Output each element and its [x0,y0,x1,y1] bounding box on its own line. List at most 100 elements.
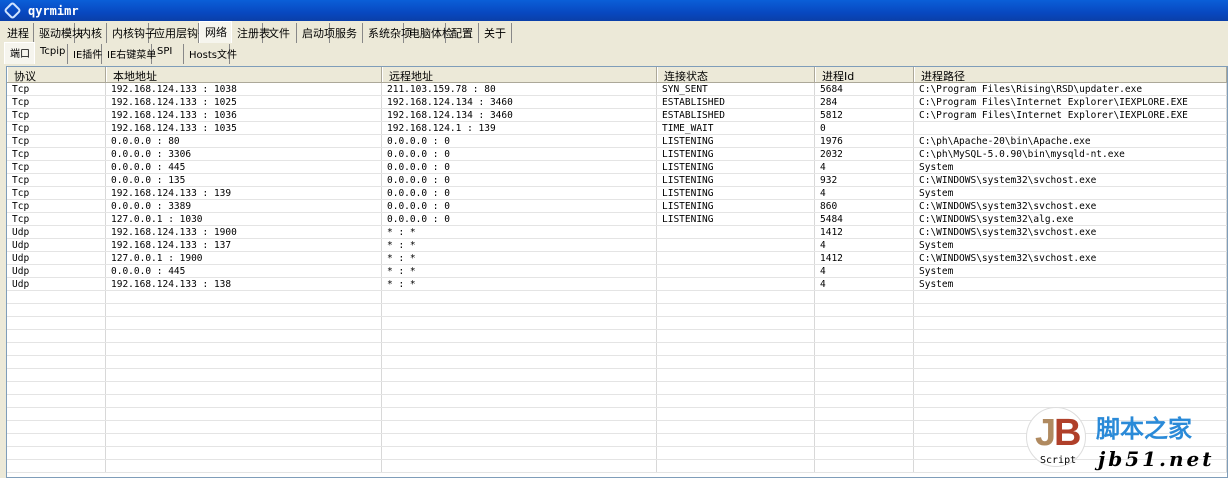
tab-9[interactable]: 服务 [330,23,363,43]
table-cell [815,369,914,381]
tab-11[interactable]: 电脑体检 [404,23,453,43]
table-row[interactable]: Tcp 192.168.124.133 : 139 0.0.0.0 : 0 LISTE… [7,187,1227,200]
table-row[interactable]: Udp 127.0.0.1 : 1900 * : * 1412 C:\WINDOWS\s… [7,252,1227,265]
tab-7[interactable]: 文件 [263,23,297,43]
table-cell [382,317,657,329]
table-cell: 5484 [815,213,914,225]
table-cell [382,291,657,303]
table-cell [7,382,106,394]
table-row[interactable]: Tcp 127.0.0.1 : 1030 0.0.0.0 : 0 LISTENING 5… [7,213,1227,226]
column-header[interactable]: 连接状态 [657,67,815,83]
table-row[interactable] [7,291,1227,304]
column-header[interactable]: 进程Id [815,67,914,83]
table-row[interactable]: Tcp 0.0.0.0 : 3306 0.0.0.0 : 0 LISTENING 203… [7,148,1227,161]
table-cell: 127.0.0.1 : 1030 [106,213,382,225]
table-cell [657,226,815,238]
table-row[interactable] [7,382,1227,395]
table-cell: C:\WINDOWS\system32\svchost.exe [914,252,1227,264]
tab-1[interactable]: 驱动模块 [34,23,83,43]
subtab-1[interactable]: Tcpip [35,44,68,64]
table-row[interactable]: Udp 192.168.124.133 : 138 * : * 4 System [7,278,1227,291]
table-cell [7,330,106,342]
column-header[interactable]: 协议 [7,67,106,83]
table-row[interactable]: Tcp 0.0.0.0 : 445 0.0.0.0 : 0 LISTENING 4 Sys… [7,161,1227,174]
table-cell [815,395,914,407]
tab-2[interactable]: 内核 [75,23,107,43]
table-cell [106,304,382,316]
table-cell: Udp [7,265,106,277]
column-header[interactable]: 本地地址 [106,67,382,83]
tab-12[interactable]: 配置 [446,23,479,43]
table-cell: 0.0.0.0 : 0 [382,174,657,186]
table-cell: ESTABLISHED [657,96,815,108]
table-cell: Udp [7,252,106,264]
table-row[interactable]: Udp 0.0.0.0 : 445 * : * 4 System [7,265,1227,278]
table-row[interactable] [7,356,1227,369]
table-cell: Tcp [7,109,106,121]
table-cell [657,421,815,433]
tab-4[interactable]: 应用层钩子 [149,23,209,43]
table-cell: * : * [382,252,657,264]
table-cell: C:\ph\MySQL-5.0.90\bin\mysqld-nt.exe [914,148,1227,160]
table-row[interactable] [7,330,1227,343]
tab-0[interactable]: 进程 [2,23,34,43]
table-cell: 1412 [815,252,914,264]
table-row[interactable]: Tcp 192.168.124.133 : 1036 192.168.124.134… [7,109,1227,122]
table-cell [7,408,106,420]
table-row[interactable]: Tcp 192.168.124.133 : 1038 211.103.159.78 … [7,83,1227,96]
table-cell: Udp [7,239,106,251]
subtab-4[interactable]: SPI [152,44,184,64]
table-row[interactable] [7,343,1227,356]
subtab-0[interactable]: 端口 [4,42,35,64]
table-row[interactable]: Tcp 0.0.0.0 : 80 0.0.0.0 : 0 LISTENING 1976 C… [7,135,1227,148]
column-header[interactable]: 进程路径 [914,67,1227,83]
table-cell [657,278,815,290]
subtab-2[interactable]: IE插件 [68,44,102,64]
table-row[interactable]: Udp 192.168.124.133 : 137 * : * 4 System [7,239,1227,252]
table-cell [815,330,914,342]
table-cell [815,382,914,394]
table-row[interactable] [7,304,1227,317]
watermark-name: 脚本之家 [1096,415,1192,443]
table-cell [914,291,1227,303]
table-cell: ESTABLISHED [657,109,815,121]
table-cell: 211.103.159.78 : 80 [382,83,657,95]
table-cell: 0.0.0.0 : 445 [106,265,382,277]
table-row[interactable]: Udp 192.168.124.133 : 1900 * : * 1412 C:\WIN… [7,226,1227,239]
table-cell [657,317,815,329]
table-cell: 932 [815,174,914,186]
table-row[interactable]: Tcp 192.168.124.133 : 1035 192.168.124.1 :… [7,122,1227,135]
table-cell [106,343,382,355]
table-cell: 5684 [815,83,914,95]
table-cell: 1412 [815,226,914,238]
column-header[interactable]: 远程地址 [382,67,657,83]
tab-10[interactable]: 系统杂项 [363,23,412,43]
table-cell [382,356,657,368]
tab-6[interactable]: 注册表 [232,23,270,43]
table-cell [815,356,914,368]
table-cell [657,408,815,420]
table-row[interactable]: Tcp 192.168.124.133 : 1025 192.168.124.134… [7,96,1227,109]
table-cell [382,330,657,342]
table-cell: Tcp [7,135,106,147]
table-row[interactable] [7,369,1227,382]
tab-5[interactable]: 网络 [199,21,232,43]
table-cell [657,304,815,316]
subtab-3[interactable]: IE右键菜单 [102,44,156,64]
table-row[interactable] [7,317,1227,330]
table-cell [106,395,382,407]
table-cell [7,317,106,329]
subtab-5[interactable]: Hosts文件 [184,44,237,64]
table-cell: Tcp [7,148,106,160]
tab-3[interactable]: 内核钩子 [107,23,156,43]
tab-8[interactable]: 启动项 [297,23,335,43]
table-cell: 127.0.0.1 : 1900 [106,252,382,264]
table-cell [7,291,106,303]
table-cell: 0.0.0.0 : 0 [382,135,657,147]
tab-13[interactable]: 关于 [479,23,512,43]
table-cell [815,317,914,329]
table-row[interactable]: Tcp 0.0.0.0 : 135 0.0.0.0 : 0 LISTENING 932 C… [7,174,1227,187]
table-row[interactable]: Tcp 0.0.0.0 : 3389 0.0.0.0 : 0 LISTENING 860… [7,200,1227,213]
table-cell: 192.168.124.133 : 137 [106,239,382,251]
table-cell [815,408,914,420]
